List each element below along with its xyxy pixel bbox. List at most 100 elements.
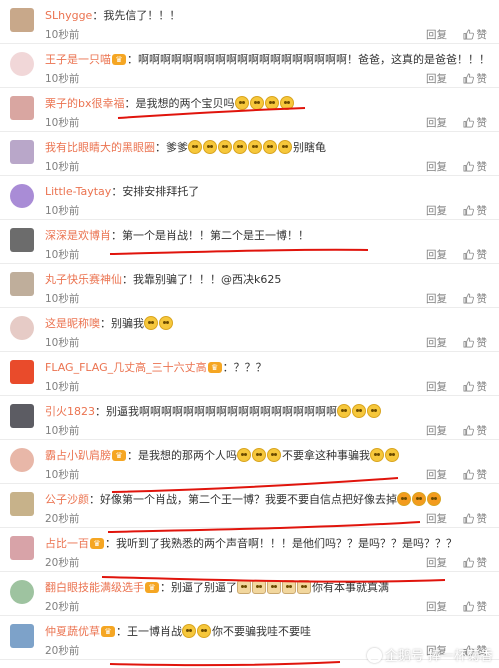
avatar[interactable] — [10, 492, 34, 516]
avatar[interactable] — [10, 448, 34, 472]
like-button[interactable]: 赞 — [463, 71, 487, 86]
comment-text: 是我想的两个宝贝吗 — [135, 97, 235, 110]
comment-text: 不要拿这种事骗我 — [282, 449, 370, 462]
crying-face-icon — [159, 316, 173, 330]
crying-face-icon — [237, 448, 251, 462]
username-link[interactable]: 公子沙颜 — [45, 493, 89, 506]
crying-face-icon — [188, 140, 202, 154]
watermark: 企鹅号 捧一杯菊香 — [366, 645, 493, 664]
reply-button[interactable]: 回复 — [426, 27, 447, 42]
username-link[interactable]: 仲夏蔬优草 — [45, 625, 100, 638]
like-button[interactable]: 赞 — [463, 335, 487, 350]
username-link[interactable]: SLhygge — [45, 9, 92, 22]
reply-button[interactable]: 回复 — [426, 203, 447, 218]
cat-face-icon — [282, 580, 296, 594]
like-button[interactable]: 赞 — [463, 555, 487, 570]
reply-button[interactable]: 回复 — [426, 555, 447, 570]
username-link[interactable]: 丸子快乐赛神仙 — [45, 273, 122, 286]
avatar[interactable] — [10, 8, 34, 32]
reply-button[interactable]: 回复 — [426, 71, 447, 86]
avatar[interactable] — [10, 184, 34, 208]
username-link[interactable]: 这是昵称噢 — [45, 317, 100, 330]
timestamp: 10秒前 — [45, 381, 80, 393]
username-link[interactable]: 栗子的bx很幸福 — [45, 97, 125, 110]
like-button[interactable]: 赞 — [463, 599, 488, 614]
avatar[interactable] — [10, 624, 34, 648]
like-button[interactable]: 赞 — [463, 379, 487, 394]
comment-line: 公子沙颜：好像第一个肖战，第二个王一博？我要不要自信点把好像去掉 — [45, 491, 491, 507]
avatar[interactable] — [10, 404, 34, 428]
comment-text: 好像第一个肖战，第二个王一博？我要不要自信点把好像去掉 — [100, 493, 397, 506]
comment-line: FLAG_FLAG_几丈高_三十六丈高 ♛：？？？ — [45, 359, 491, 375]
reply-button[interactable]: 回复 — [426, 115, 447, 130]
crying-face-icon — [263, 140, 277, 154]
colon: ： — [111, 229, 122, 242]
colon: ： — [92, 9, 104, 22]
reply-button[interactable]: 回复 — [426, 291, 447, 306]
reply-button[interactable]: 回复 — [426, 335, 447, 350]
colon: ： — [100, 317, 111, 330]
like-button[interactable]: 赞 — [463, 423, 487, 438]
reply-button[interactable]: 回复 — [426, 247, 447, 262]
comment-line: 仲夏蔬优草 ♛ ：王一博肖战 你不要骗我哇不要哇 — [45, 623, 491, 639]
comment-line: 丸子快乐赛神仙：我靠别骗了！！！@西决k625 — [45, 271, 491, 287]
comment-line: 深深是欢博肖：第一个是肖战！！第二个是王一博！！ — [45, 227, 491, 243]
reply-button[interactable]: 回复 — [426, 467, 447, 482]
laughing-face-icon — [412, 492, 426, 506]
comment-line: 引火1823：别逼我啊啊啊啊啊啊啊啊啊啊啊啊啊啊啊啊啊啊 — [45, 403, 491, 419]
avatar[interactable] — [10, 96, 34, 120]
username-link[interactable]: 翻白眼技能满级选手 — [45, 581, 144, 594]
reply-button[interactable]: 回复 — [426, 599, 447, 614]
like-button[interactable]: 赞 — [463, 247, 487, 262]
cat-face-icon — [297, 580, 311, 594]
reply-button[interactable]: 回复 — [426, 423, 447, 438]
like-label: 赞 — [476, 293, 488, 305]
avatar[interactable] — [10, 536, 34, 560]
like-button[interactable]: 赞 — [463, 291, 488, 306]
avatar[interactable] — [10, 360, 34, 384]
comment-text: 别骗我 — [111, 317, 144, 330]
avatar[interactable] — [10, 316, 34, 340]
comment-text: 你不要骗我哇不要哇 — [212, 625, 311, 638]
penguin-logo-icon — [366, 648, 382, 663]
colon: ： — [127, 449, 138, 462]
like-button[interactable]: 赞 — [463, 115, 487, 130]
timestamp: 20秒前 — [45, 557, 80, 569]
crying-face-icon — [279, 96, 294, 110]
timestamp: 10秒前 — [45, 117, 80, 129]
avatar[interactable] — [10, 140, 34, 164]
avatar[interactable] — [10, 580, 34, 604]
colon: ： — [111, 185, 123, 198]
crying-face-icon — [385, 448, 399, 462]
reply-button[interactable]: 回复 — [426, 159, 447, 174]
like-label: 赞 — [476, 469, 488, 481]
username-link[interactable]: 引火1823 — [45, 405, 95, 418]
username-link[interactable]: Little-Taytay — [45, 185, 111, 198]
colon: ： — [127, 53, 138, 66]
like-button[interactable]: 赞 — [463, 159, 487, 174]
like-button[interactable]: 赞 — [463, 203, 487, 218]
avatar[interactable] — [10, 228, 34, 252]
cat-face-icon — [237, 580, 251, 594]
thumbs-up-icon — [463, 557, 474, 568]
username-link[interactable]: 占比一百 — [45, 537, 89, 550]
like-label: 赞 — [476, 601, 488, 613]
like-button[interactable]: 赞 — [463, 467, 488, 482]
timestamp: 10秒前 — [45, 337, 80, 349]
thumbs-up-icon — [463, 161, 474, 172]
username-link[interactable]: 王子是一只喵 — [45, 53, 111, 66]
avatar[interactable] — [10, 272, 34, 296]
crying-face-icon — [267, 448, 281, 462]
username-link[interactable]: 霸占小趴肩膀 — [45, 449, 111, 462]
avatar[interactable] — [10, 52, 34, 76]
like-button[interactable]: 赞 — [463, 511, 487, 526]
like-button[interactable]: 赞 — [463, 27, 487, 42]
username-link[interactable]: FLAG_FLAG_几丈高_三十六丈高 — [45, 361, 207, 374]
colon: ： — [95, 405, 106, 418]
username-link[interactable]: 深深是欢博肖 — [45, 229, 111, 242]
username-link[interactable]: 我有比眼睛大的黑眼圈 — [45, 141, 155, 154]
reply-button[interactable]: 回复 — [426, 379, 447, 394]
reply-button[interactable]: 回复 — [426, 511, 447, 526]
timestamp: 10秒前 — [45, 469, 80, 481]
cat-face-icon — [267, 580, 281, 594]
